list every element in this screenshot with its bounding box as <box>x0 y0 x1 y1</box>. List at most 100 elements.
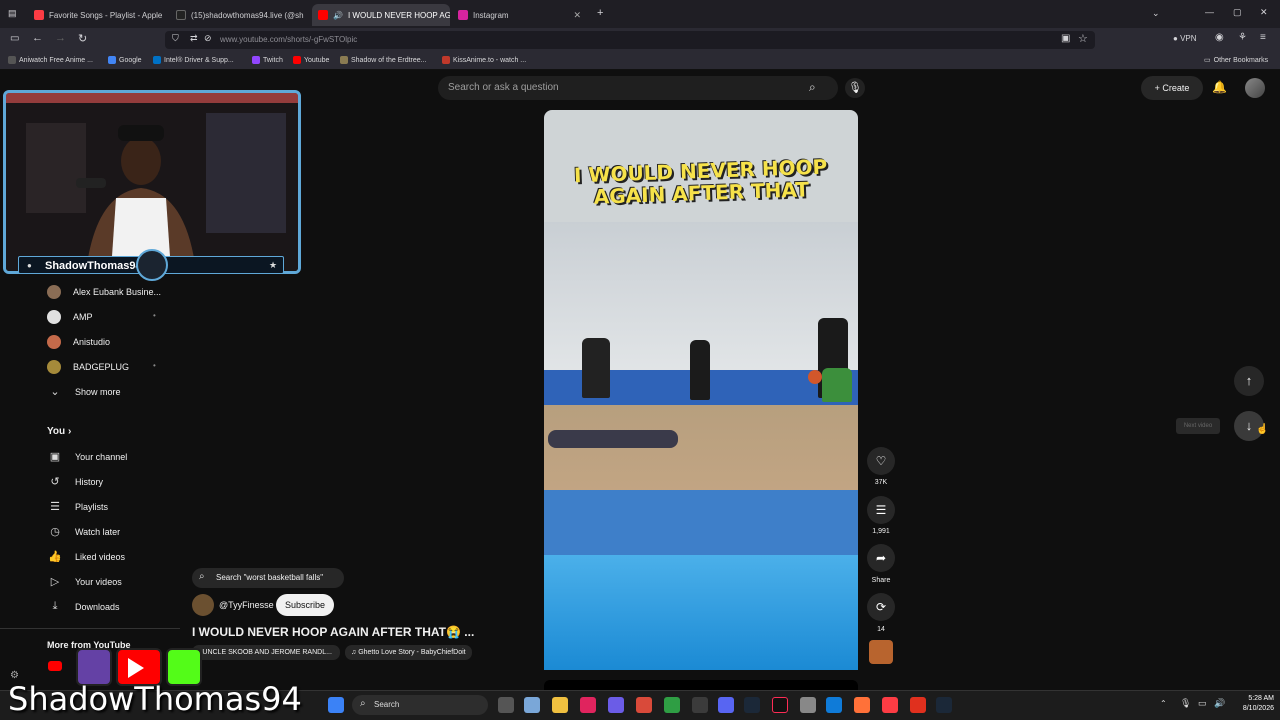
subscription-item[interactable]: BADGEPLUG <box>47 360 129 374</box>
profile-avatar[interactable] <box>1245 78 1265 98</box>
bookmark-intel[interactable]: Intel® Driver & Supp... <box>153 56 234 64</box>
tab-overview-icon[interactable]: ▤ <box>8 8 17 19</box>
app-icon[interactable] <box>800 697 816 713</box>
aniwatch-favicon <box>8 56 16 64</box>
remix-button[interactable]: ⟳ <box>867 593 895 621</box>
firefox-icon[interactable] <box>854 697 870 713</box>
channel-avatar[interactable] <box>192 594 214 616</box>
bookmark-kissanime[interactable]: KissAnime.to - watch ... <box>442 56 526 64</box>
back-icon[interactable]: ← <box>32 32 43 44</box>
app-icon[interactable] <box>580 697 596 713</box>
microphone-icon[interactable]: 🎙 <box>845 78 865 98</box>
maximize-icon[interactable]: ▢ <box>1233 7 1242 18</box>
sound-thumbnail[interactable] <box>869 640 893 664</box>
minimize-icon[interactable]: — <box>1205 7 1214 17</box>
taskbar-clock[interactable]: 5:28 AM 8/10/2026 <box>1234 694 1274 714</box>
new-content-dot: • <box>153 311 156 320</box>
volume-icon[interactable]: 🔊 <box>1214 698 1225 709</box>
app-icon[interactable] <box>636 697 652 713</box>
twitch-favicon <box>252 56 260 64</box>
sidebar-item-your-videos[interactable]: ▷ Your videos <box>47 575 122 588</box>
subscription-item[interactable]: Anistudio <box>47 335 110 349</box>
bookmark-aniwatch[interactable]: Aniwatch Free Anime ... <box>8 56 93 64</box>
chevron-right-icon: › <box>67 426 72 437</box>
share-button[interactable]: ➦ <box>867 544 895 572</box>
youtube-premium-icon[interactable] <box>48 661 62 671</box>
sidebar-item-playlists[interactable]: ☰ Playlists <box>47 500 108 513</box>
subscription-item[interactable]: Alex Eubank Busine... <box>47 285 161 299</box>
video-player-figure <box>690 340 710 400</box>
short-title[interactable]: I WOULD NEVER HOOP AGAIN AFTER THAT😭 ... <box>192 625 474 639</box>
app-icon[interactable] <box>910 697 926 713</box>
menu-icon[interactable]: ≡ <box>1260 32 1266 43</box>
tab-instagram[interactable]: Instagram ✕ <box>452 4 587 26</box>
windows-start-icon[interactable] <box>328 697 344 713</box>
subscribe-button[interactable]: Subscribe <box>276 594 334 616</box>
app-icon[interactable] <box>692 697 708 713</box>
blocked-icon[interactable]: ⊘ <box>204 33 212 44</box>
bookmark-star-icon[interactable]: ☆ <box>1078 32 1088 45</box>
notifications-bell-icon[interactable]: 🔔 <box>1212 80 1227 94</box>
steam-icon[interactable] <box>744 697 760 713</box>
extensions-icon[interactable]: ⚘ <box>1238 32 1247 43</box>
sidebar-toggle-icon[interactable]: ▭ <box>10 33 19 44</box>
edge-icon[interactable] <box>826 697 842 713</box>
steam-icon[interactable] <box>936 697 952 713</box>
discord-icon[interactable] <box>718 697 734 713</box>
other-bookmarks[interactable]: ▭ Other Bookmarks <box>1204 56 1268 65</box>
new-content-dot: • <box>153 361 156 370</box>
create-button[interactable]: + Create <box>1141 76 1203 100</box>
sidebar-item-liked-videos[interactable]: 👍 Liked videos <box>47 550 125 563</box>
channel-handle[interactable]: @TyyFinesse <box>219 600 274 610</box>
previous-video-button[interactable]: ↑ <box>1234 366 1264 396</box>
sidebar-item-your-channel[interactable]: ▣ Your channel <box>47 450 127 463</box>
shield-icon[interactable]: ⛉ <box>172 33 179 44</box>
settings-app-icon[interactable] <box>524 697 540 713</box>
tab-apple-music[interactable]: Favorite Songs - Playlist - Apple✕ <box>28 4 163 26</box>
reload-icon[interactable]: ↻ <box>78 32 87 45</box>
apple-music-icon[interactable] <box>882 697 898 713</box>
show-more-button[interactable]: ⌄ Show more <box>47 385 120 398</box>
you-section-heading[interactable]: You › <box>47 426 71 437</box>
app-icon[interactable] <box>608 697 624 713</box>
suggested-search-chip[interactable]: Search "worst basketball falls" <box>192 568 344 588</box>
bookmark-erdtree[interactable]: Shadow of the Erdtree... <box>340 56 427 64</box>
like-button[interactable]: ♡ <box>867 447 895 475</box>
taskbar-search[interactable]: Search <box>352 695 488 715</box>
tab-tiktok[interactable]: (15)shadowthomas94.live (@sh✕ <box>170 4 305 26</box>
task-view-icon[interactable] <box>498 697 514 713</box>
share-icon: ➦ <box>875 551 887 565</box>
permissions-icon[interactable]: ⇄ <box>190 33 198 44</box>
search-icon[interactable]: ⌕ <box>809 80 816 95</box>
reader-view-icon[interactable]: ▣ <box>1061 33 1070 44</box>
new-tab-button[interactable]: + <box>597 7 603 19</box>
sidebar-item-history[interactable]: ↺ History <box>47 475 103 488</box>
tiktok-icon[interactable] <box>772 697 788 713</box>
linked-video-chip[interactable]: • UNCLE SKOOB AND JEROME RANDL... <box>192 645 340 660</box>
file-explorer-icon[interactable] <box>552 697 568 713</box>
xbox-icon[interactable] <box>664 697 680 713</box>
speaker-icon: 🔊 <box>333 10 343 20</box>
microphone-tray-icon[interactable]: 🎙 <box>1180 698 1191 709</box>
account-icon[interactable]: ◉ <box>1215 32 1224 43</box>
bookmark-twitch[interactable]: Twitch <box>252 56 283 64</box>
search-placeholder: Search or ask a question <box>448 82 559 93</box>
forward-icon[interactable]: → <box>55 32 66 44</box>
close-icon[interactable]: ✕ <box>573 10 581 21</box>
tab-list-icon[interactable]: ⌄ <box>1152 8 1160 19</box>
heart-icon: ♡ <box>875 454 887 468</box>
sidebar-item-watch-later[interactable]: ◷ Watch later <box>47 525 120 538</box>
channel-avatar <box>47 310 61 324</box>
comment-button[interactable]: ☰ <box>867 496 895 524</box>
subscription-item[interactable]: AMP <box>47 310 93 324</box>
tray-chevron-icon[interactable]: ⌃ <box>1160 699 1167 708</box>
vpn-button[interactable]: ● VPN <box>1173 34 1197 43</box>
network-icon[interactable]: ▭ <box>1198 698 1207 709</box>
sidebar-item-downloads[interactable]: ⤓ Downloads <box>47 600 120 613</box>
bookmark-google[interactable]: Google <box>108 56 142 64</box>
bookmark-youtube[interactable]: Youtube <box>293 56 329 64</box>
window-close-icon[interactable]: ✕ <box>1260 7 1268 18</box>
tab-youtube-short[interactable]: 🔊I WOULD NEVER HOOP AG✕ <box>312 4 450 26</box>
thumb-up-icon: 👍 <box>48 551 62 563</box>
music-chip[interactable]: ♫ Ghetto Love Story - BabyChiefDoit <box>345 645 472 660</box>
